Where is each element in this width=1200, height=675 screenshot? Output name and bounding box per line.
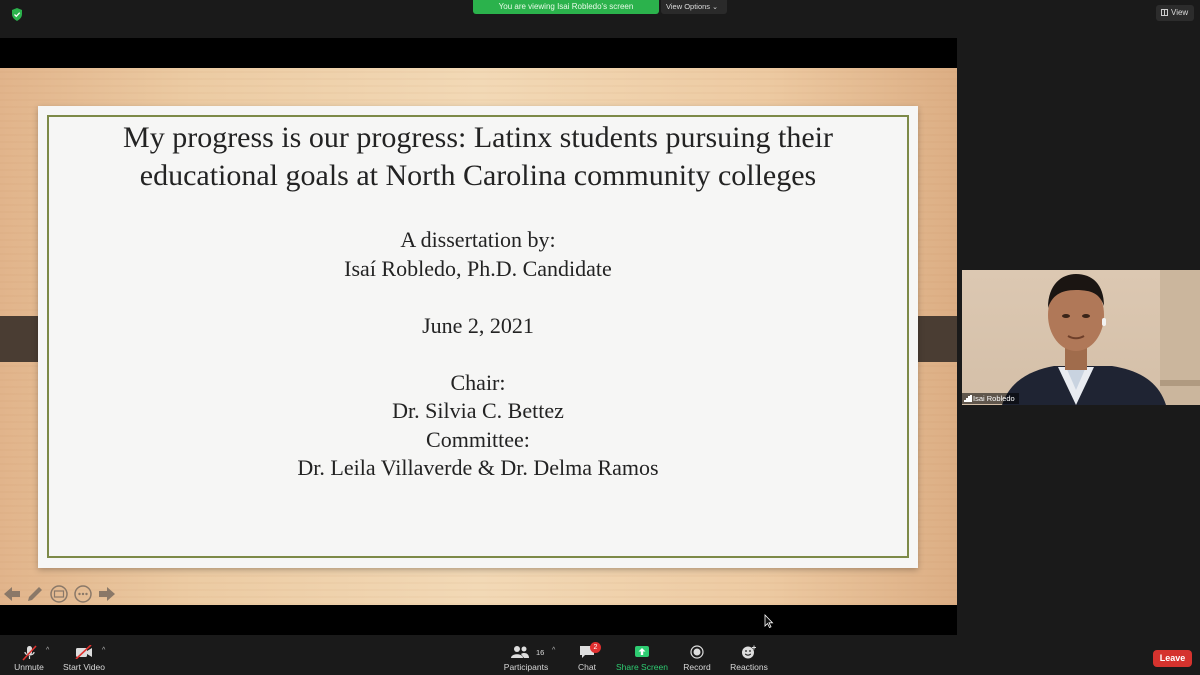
chat-button[interactable]: 2 Chat	[572, 641, 602, 675]
reactions-label: Reactions	[730, 662, 768, 672]
shared-screen: My progress is our progress: Latinx stud…	[0, 38, 957, 635]
unmute-label: Unmute	[14, 662, 44, 672]
slide-body: A dissertation by: Isaí Robledo, Ph.D. C…	[38, 226, 918, 483]
video-options-caret[interactable]: ^	[102, 647, 105, 654]
view-options-button[interactable]: View Options ⌄	[661, 0, 727, 14]
start-video-label: Start Video	[63, 662, 105, 672]
participant-video[interactable]	[962, 270, 1200, 405]
reactions-icon	[742, 645, 756, 659]
share-screen-label: Share Screen	[616, 662, 668, 672]
participants-icon	[511, 646, 529, 658]
slide-title: My progress is our progress: Latinx stud…	[38, 119, 918, 195]
start-video-button[interactable]: Start Video	[62, 641, 106, 675]
mouse-cursor-icon	[764, 614, 774, 628]
byline-intro: A dissertation by:	[400, 227, 556, 252]
signal-strength-icon	[964, 395, 972, 402]
viewing-screen-banner: You are viewing Isai Robledo's screen	[473, 0, 659, 14]
chat-label: Chat	[578, 662, 596, 672]
slide: My progress is our progress: Latinx stud…	[38, 106, 918, 568]
share-screen-button[interactable]: Share Screen	[616, 641, 668, 675]
arrow-right-icon[interactable]	[97, 584, 117, 604]
muted-microphone-icon	[22, 645, 37, 661]
view-button[interactable]: View	[1156, 5, 1194, 21]
layout-icon	[1161, 9, 1168, 16]
chevron-down-icon: ⌄	[712, 4, 718, 11]
top-bar: You are viewing Isai Robledo's screen Vi…	[0, 0, 1200, 38]
record-button[interactable]: Record	[680, 641, 714, 675]
slide-title-line: educational goals at North Carolina comm…	[139, 159, 817, 192]
committee-heading: Committee:	[426, 426, 530, 452]
slide-stage: My progress is our progress: Latinx stud…	[0, 68, 957, 628]
meeting-toolbar: Unmute ^ Start Video ^ 16 Participants ^…	[0, 641, 1200, 675]
slides-icon[interactable]	[49, 584, 69, 604]
video-off-icon	[75, 645, 92, 659]
chair-name: Dr. Silvia C. Bettez	[392, 398, 564, 423]
participants-options-caret[interactable]: ^	[552, 647, 555, 654]
participant-name: Isai Robledo	[973, 394, 1015, 403]
unmute-button[interactable]: Unmute	[8, 641, 50, 675]
author-name: Isaí Robledo, Ph.D. Candidate	[344, 255, 612, 281]
record-label: Record	[683, 662, 711, 672]
pen-icon[interactable]	[25, 584, 45, 604]
security-shield-icon[interactable]	[11, 8, 23, 21]
more-icon[interactable]	[73, 584, 93, 604]
view-options-label: View Options	[666, 2, 711, 11]
participants-count: 16	[536, 648, 545, 657]
chat-badge: 2	[590, 642, 601, 653]
arrow-left-icon[interactable]	[2, 584, 22, 604]
slide-title-line: My progress is our progress: Latinx stud…	[123, 121, 833, 154]
participant-name-label: Isai Robledo	[962, 393, 1019, 404]
audio-options-caret[interactable]: ^	[46, 647, 49, 654]
view-button-label: View	[1171, 8, 1189, 17]
share-screen-icon	[635, 646, 649, 657]
participant-image	[1002, 274, 1166, 405]
committee-names: Dr. Leila Villaverde & Dr. Delma Ramos	[297, 455, 659, 480]
participants-label: Participants	[503, 662, 549, 672]
presentation-date: June 2, 2021	[422, 312, 534, 338]
reactions-button[interactable]: Reactions	[728, 641, 770, 675]
leave-button[interactable]: Leave	[1153, 650, 1192, 667]
participants-button[interactable]: 16 Participants	[503, 641, 549, 675]
chair-heading: Chair:	[450, 369, 506, 395]
record-icon	[690, 645, 704, 659]
